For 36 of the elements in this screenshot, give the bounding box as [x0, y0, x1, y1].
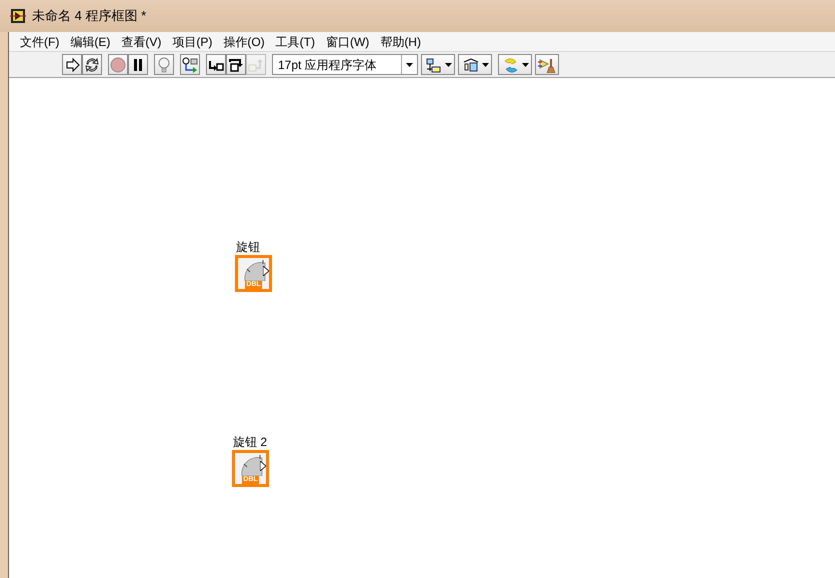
caret-icon — [482, 62, 488, 66]
distribute-icon — [462, 56, 480, 72]
menu-item[interactable]: 查看(V) — [116, 32, 166, 50]
retain-button[interactable] — [180, 54, 200, 75]
align-icon — [424, 56, 442, 72]
probe-wire-icon — [181, 56, 199, 74]
font-dropdown[interactable]: 17pt 应用程序字体 — [272, 54, 418, 75]
menu-item[interactable]: 文件(F) — [15, 32, 64, 50]
menu-item[interactable]: 工具(T) — [270, 32, 320, 50]
step-into-button[interactable] — [206, 54, 226, 75]
menu-item[interactable]: 窗口(W) — [320, 32, 374, 50]
menu-item[interactable]: 帮助(H) — [375, 32, 426, 50]
caret-icon — [444, 62, 452, 66]
cycle-arrows-icon — [83, 56, 101, 74]
cleanup-icon — [538, 56, 556, 72]
stop-circle-icon — [109, 56, 127, 74]
reorder-button[interactable] — [498, 54, 532, 75]
menu-item[interactable]: 操作(O) — [218, 32, 270, 50]
run-button[interactable] — [62, 54, 82, 75]
pause-button[interactable] — [128, 54, 148, 75]
output-arrow-icon — [260, 461, 266, 471]
highlight-button[interactable] — [154, 54, 174, 75]
cleanup-button[interactable] — [535, 54, 559, 75]
output-arrow-icon — [263, 266, 269, 276]
node-label: 旋钮 — [236, 239, 260, 256]
align-button[interactable] — [421, 54, 455, 75]
distribute-button[interactable] — [458, 54, 492, 75]
app-icon — [10, 8, 26, 24]
step-over-button[interactable] — [226, 54, 246, 75]
caret-icon — [522, 62, 528, 66]
caret-icon — [406, 62, 413, 66]
node-label: 旋钮 2 — [233, 434, 268, 451]
menu-item[interactable]: 项目(P) — [167, 32, 218, 50]
run-continuously-button[interactable] — [82, 54, 102, 75]
window-title: 未命名 4 程序框图 * — [32, 7, 146, 26]
menu-item[interactable]: 编辑(E) — [65, 32, 116, 50]
